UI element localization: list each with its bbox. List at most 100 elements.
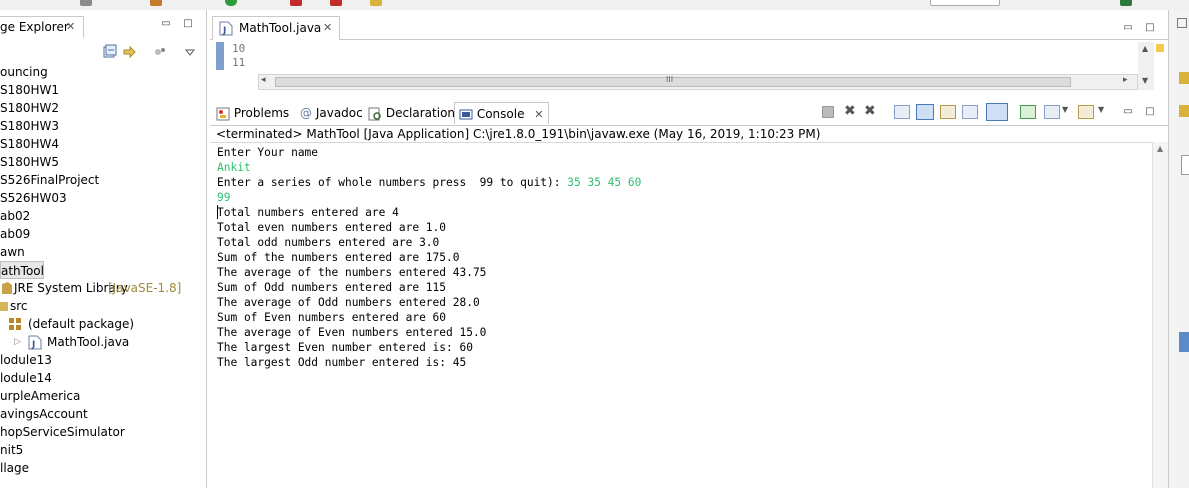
scroll-thumb[interactable]: III [275, 75, 1071, 87]
toolbar-icon[interactable] [370, 0, 382, 6]
console-line: Total odd numbers entered are 3.0 [217, 236, 440, 249]
console-output[interactable]: Enter Your name Ankit Enter a series of … [210, 142, 1160, 488]
overview-marker[interactable] [1156, 44, 1164, 52]
vertical-scrollbar[interactable]: ▲ ▼ [1138, 42, 1154, 90]
stop-icon[interactable] [290, 0, 302, 6]
scroll-grip: III [666, 75, 674, 84]
console-line: The largest Even number entered is: 60 [217, 341, 473, 354]
maximize-icon[interactable]: □ [1144, 22, 1156, 34]
pin-console-icon[interactable] [1020, 105, 1036, 119]
console-vertical-scrollbar[interactable]: ▲ [1152, 142, 1168, 488]
console-line: The average of the numbers entered 43.75 [217, 266, 487, 279]
tab-console[interactable]: Console ✕ [454, 102, 549, 124]
link-with-editor-icon[interactable] [122, 44, 138, 60]
console-line: Enter Your name [217, 146, 319, 159]
view-icon[interactable] [1181, 155, 1189, 175]
maximize-icon[interactable]: □ [182, 18, 194, 30]
console-icon [459, 109, 473, 119]
java-file-icon: J [28, 335, 42, 350]
editor-tab-mathtool[interactable]: J MathTool.java ✕ [212, 16, 340, 40]
tab-problems[interactable]: Problems [216, 102, 289, 124]
outline-view-icon[interactable] [1179, 332, 1189, 352]
chevron-down-icon[interactable]: ▼ [1062, 105, 1068, 114]
console-line: The average of Odd numbers entered 28.0 [217, 296, 480, 309]
minimize-icon[interactable]: ▭ [1122, 22, 1134, 34]
show-stdout-icon[interactable] [962, 105, 978, 119]
tab-javadoc-label: Javadoc [315, 106, 363, 120]
toolbar-icon[interactable] [150, 0, 162, 6]
javadoc-icon: @ [300, 106, 312, 120]
minimize-icon[interactable]: ▭ [1122, 106, 1134, 118]
quick-access-field[interactable] [930, 0, 1000, 6]
toolbar-icon[interactable] [80, 0, 92, 6]
source-folder-icon [0, 302, 8, 311]
editor-area: J MathTool.java ✕ ▭ □ 10 11 ◂ III ▸ ▲ ▼ [210, 10, 1189, 98]
java-file-icon: J [219, 21, 233, 36]
editor-tab-label: MathTool.java [239, 21, 322, 35]
task-icon[interactable] [1179, 105, 1189, 117]
package-explorer-tab[interactable]: ge Explorer ✕ [0, 16, 84, 38]
console-line: Sum of the numbers entered are 175.0 [217, 251, 460, 264]
word-wrap-icon[interactable] [940, 105, 956, 119]
editor-tab-bar: J MathTool.java ✕ ▭ □ [210, 16, 1189, 40]
console-status: <terminated> MathTool [Java Application]… [216, 127, 821, 141]
outline-icon[interactable] [1179, 72, 1189, 84]
maximize-icon[interactable]: □ [1144, 106, 1156, 118]
show-stderr-icon[interactable] [986, 103, 1008, 121]
display-console-icon[interactable] [1044, 105, 1060, 119]
line-number: 10 [232, 42, 246, 55]
tab-declaration-label: Declaration [385, 106, 456, 120]
tab-problems-label: Problems [233, 106, 290, 120]
right-trim-panel [1168, 10, 1189, 488]
open-console-icon[interactable] [1078, 105, 1094, 119]
tab-javadoc[interactable]: @ Javadoc [300, 102, 363, 124]
console-line: 99 [217, 191, 231, 204]
close-icon[interactable]: ✕ [323, 21, 332, 34]
perspective-icon[interactable] [1120, 0, 1132, 6]
scroll-lock-icon[interactable] [916, 104, 934, 120]
toolbar-icon[interactable] [330, 0, 342, 6]
clear-console-icon[interactable] [894, 105, 910, 119]
tab-declaration[interactable]: Declaration [368, 102, 455, 124]
collapse-all-icon[interactable] [102, 44, 118, 60]
editor-text[interactable]: 10 11 [216, 42, 1156, 72]
problems-icon [216, 107, 230, 120]
close-icon[interactable]: ✕ [534, 108, 543, 121]
terminate-icon[interactable] [822, 106, 834, 118]
minimize-icon[interactable] [1177, 18, 1187, 28]
focus-icon[interactable] [152, 44, 168, 60]
svg-text:J: J [222, 26, 226, 36]
view-menu-icon[interactable] [182, 44, 198, 60]
console-line: Total even numbers entered are 1.0 [217, 221, 447, 234]
remove-all-icon[interactable]: ✖ [864, 103, 876, 119]
scroll-up-icon[interactable]: ▲ [1142, 44, 1148, 53]
text-cursor [217, 205, 218, 219]
library-icon [2, 282, 12, 294]
tree-item-selected[interactable]: athTool [0, 261, 44, 279]
console-tab-bar: Problems @ Javadoc Declaration Console ✕… [210, 100, 1168, 126]
chevron-down-icon[interactable]: ▼ [1098, 105, 1104, 114]
scroll-up-icon[interactable]: ▲ [1157, 144, 1163, 153]
svg-text:J: J [31, 340, 35, 350]
close-icon[interactable]: ✕ [66, 20, 75, 33]
declaration-icon [368, 107, 381, 120]
line-number: 11 [232, 56, 246, 69]
console-line: Enter a series of whole numbers press 99… [217, 176, 642, 189]
change-ruler [216, 42, 224, 70]
console-view: Problems @ Javadoc Declaration Console ✕… [210, 98, 1168, 488]
package-explorer: ge Explorer ✕ ▭ □ ouncing S180HW1 S180HW… [0, 10, 207, 488]
minimize-icon[interactable]: ▭ [160, 18, 172, 30]
scroll-down-icon[interactable]: ▼ [1142, 76, 1148, 85]
run-icon[interactable] [225, 0, 237, 6]
scroll-right-icon[interactable]: ▸ [1123, 75, 1128, 85]
console-line: The average of Even numbers entered 15.0 [217, 326, 487, 339]
expand-icon[interactable]: ▷ [14, 333, 21, 351]
scroll-left-icon[interactable]: ◂ [261, 75, 266, 85]
remove-launch-icon[interactable]: ✖ [844, 103, 856, 119]
horizontal-scrollbar[interactable]: ◂ III ▸ [258, 74, 1138, 90]
console-line: Ankit [217, 161, 251, 174]
package-explorer-tab-label: ge Explorer [0, 20, 69, 34]
package-icon [9, 318, 21, 330]
console-line: The largest Odd number entered is: 45 [217, 356, 467, 369]
main-toolbar [0, 0, 1189, 10]
